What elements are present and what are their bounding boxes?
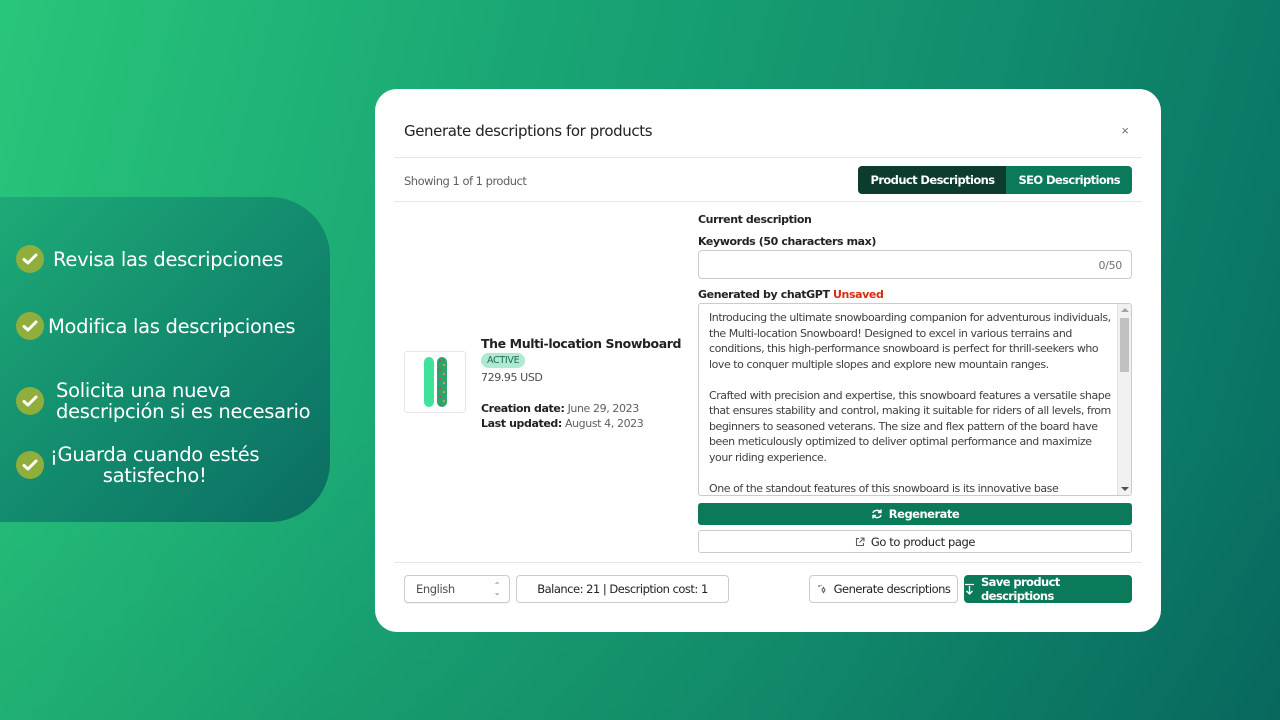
- promo-text: Revisa las descripciones: [53, 247, 284, 271]
- promo-item-save: ¡Guarda cuando estés satisfecho!: [16, 443, 260, 487]
- creation-date: Creation date: June 29, 2023: [481, 402, 639, 415]
- close-icon[interactable]: ×: [1121, 123, 1129, 138]
- scrollbar-thumb[interactable]: [1120, 318, 1129, 372]
- snowboard-base-image: [437, 357, 447, 407]
- save-product-descriptions-label: Save product descriptions: [981, 575, 1060, 603]
- product-image: [404, 351, 466, 413]
- product-price: 729.95 USD: [481, 371, 543, 384]
- promo-text: Solicita una nueva descripción si es nec…: [56, 379, 311, 423]
- description-paragraph: One of the standout features of this sno…: [709, 481, 1059, 495]
- textarea-scrollbar[interactable]: [1117, 304, 1131, 495]
- promo-text: ¡Guarda cuando estés satisfecho!: [50, 443, 260, 487]
- scroll-up-arrow-icon[interactable]: [1121, 308, 1129, 312]
- divider: [394, 201, 1142, 202]
- promo-item-modify: Modifica las descripciones: [16, 312, 296, 340]
- description-type-tabs: Product Descriptions SEO Descriptions: [858, 166, 1132, 194]
- scroll-down-arrow-icon[interactable]: [1121, 487, 1129, 491]
- keywords-label: Keywords (50 characters max): [698, 235, 876, 248]
- regenerate-button[interactable]: Regenerate: [698, 503, 1132, 525]
- promo-text: Modifica las descripciones: [48, 314, 296, 338]
- check-circle-icon: [16, 387, 44, 415]
- status-badge: ACTIVE: [481, 353, 526, 368]
- generate-descriptions-modal: Generate descriptions for products × Sho…: [375, 89, 1161, 632]
- divider: [394, 157, 1142, 158]
- promo-item-request: Solicita una nueva descripción si es nec…: [16, 379, 311, 423]
- refresh-icon: [871, 508, 883, 520]
- regenerate-label: Regenerate: [888, 507, 960, 521]
- description-paragraph: Introducing the ultimate snowboarding co…: [709, 311, 1111, 371]
- promo-item-review: Revisa las descripciones: [16, 245, 283, 273]
- last-updated: Last updated: August 4, 2023: [481, 417, 644, 430]
- go-to-product-page-button[interactable]: Go to product page: [698, 530, 1132, 553]
- description-paragraph: Crafted with precision and expertise, th…: [709, 388, 1111, 464]
- generated-by-label: Generated by chatGPT: [698, 288, 830, 301]
- check-circle-icon: [16, 312, 44, 340]
- generate-descriptions-label: Generate descriptions: [833, 582, 951, 596]
- generate-descriptions-button[interactable]: Generate descriptions: [809, 575, 958, 603]
- check-circle-icon: [16, 245, 44, 273]
- keywords-input[interactable]: [699, 251, 1079, 278]
- download-icon: [964, 583, 975, 595]
- keywords-counter: 0/50: [1098, 259, 1122, 272]
- sparkle-icon: [817, 584, 828, 595]
- keywords-field[interactable]: 0/50: [698, 250, 1132, 279]
- creation-date-value: June 29, 2023: [567, 402, 640, 415]
- last-updated-value: August 4, 2023: [564, 417, 644, 430]
- tab-product-descriptions[interactable]: Product Descriptions: [858, 166, 1007, 194]
- last-updated-label: Last updated:: [481, 417, 562, 430]
- tab-seo-descriptions[interactable]: SEO Descriptions: [1006, 166, 1132, 194]
- select-arrows-icon: ⌃ ⌄: [493, 581, 501, 597]
- unsaved-status: Unsaved: [833, 288, 884, 301]
- current-description-label: Current description: [698, 213, 812, 226]
- generated-label: Generated by chatGPT Unsaved: [698, 288, 884, 301]
- promo-text-line: descripción si es necesario: [56, 400, 311, 423]
- promo-text-line: Solicita una nueva: [56, 379, 231, 402]
- balance-display: Balance: 21 | Description cost: 1: [516, 575, 729, 603]
- modal-title: Generate descriptions for products: [404, 122, 653, 140]
- generated-description-textarea[interactable]: Introducing the ultimate snowboarding co…: [698, 303, 1132, 496]
- showing-count: Showing 1 of 1 product: [404, 174, 527, 188]
- promo-text-line: satisfecho!: [102, 464, 207, 487]
- check-circle-icon: [16, 451, 44, 479]
- promo-text-line: ¡Guarda cuando estés: [50, 443, 260, 466]
- generated-description-text[interactable]: Introducing the ultimate snowboarding co…: [709, 310, 1112, 495]
- creation-date-label: Creation date:: [481, 402, 565, 415]
- divider: [394, 562, 1142, 563]
- external-link-icon: [855, 536, 865, 547]
- product-name: The Multi-location Snowboard: [481, 336, 682, 351]
- language-selected-value: English: [416, 582, 455, 596]
- language-select[interactable]: English ⌃ ⌄: [404, 575, 510, 603]
- save-product-descriptions-button[interactable]: Save product descriptions: [964, 575, 1132, 603]
- go-to-product-label: Go to product page: [870, 534, 976, 549]
- snowboard-top-image: [424, 357, 434, 407]
